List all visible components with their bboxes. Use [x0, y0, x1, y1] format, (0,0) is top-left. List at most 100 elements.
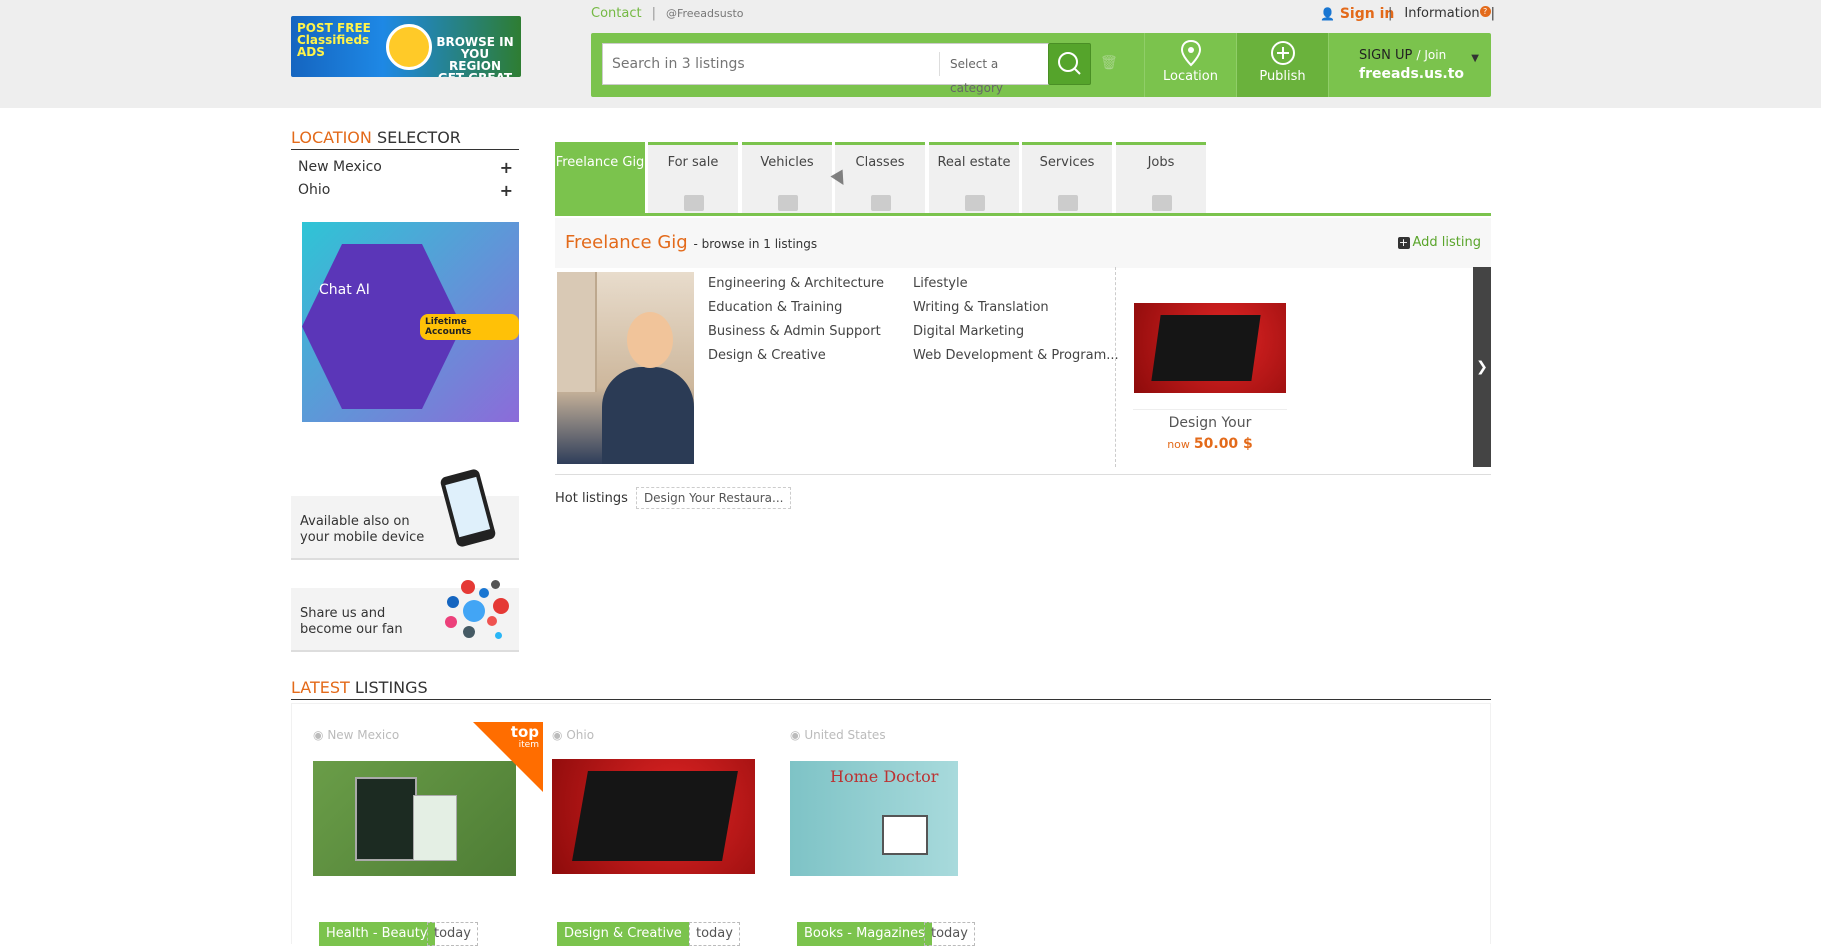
category-link[interactable]: Engineering & Architecture [708, 272, 884, 296]
chevron-right-icon[interactable]: ❯ [1473, 267, 1491, 467]
publish-button[interactable]: Publish [1236, 33, 1328, 97]
information-menu[interactable]: | Information? | [1388, 6, 1495, 21]
youtube-icon [493, 598, 509, 614]
join-label: / Join [1416, 48, 1447, 62]
instagram-icon [445, 616, 457, 628]
tab-label: Real estate [937, 155, 1011, 170]
map-marker-icon: ◉ [790, 728, 801, 742]
location-label: Ohio [298, 182, 331, 198]
title-accent: LATEST [291, 678, 350, 697]
map-pin-icon [1180, 39, 1201, 67]
featured-listing-price: now 50.00 $ [1133, 436, 1287, 452]
share-promo[interactable]: Share us and become our fan [291, 580, 519, 652]
search-box: Select a category [602, 43, 1054, 95]
add-listing-button[interactable]: + Add listing [1397, 235, 1482, 250]
rss-icon [463, 626, 475, 638]
location-item-ohio[interactable]: Ohio + [291, 179, 519, 202]
category-link[interactable]: Writing & Translation [913, 296, 1119, 320]
logo-left-text: POST FREE Classifieds ADS [297, 21, 371, 59]
category-link[interactable]: Design & Creative [708, 344, 884, 368]
listing-image[interactable] [313, 761, 516, 876]
plus-square-icon: + [1397, 236, 1410, 249]
signin-link[interactable]: 👤 Sign in [1320, 6, 1394, 22]
plus-icon[interactable]: + [500, 179, 513, 202]
tab-freelance-gig[interactable]: Freelance Gig [555, 142, 645, 213]
price-value: 50.00 $ [1193, 436, 1253, 452]
house-graphic [882, 815, 928, 855]
signup-menu[interactable]: SIGN UP / Join freeads.us.to ▼ [1328, 33, 1491, 97]
map-marker-icon: ◉ [313, 728, 324, 742]
location-item-new-mexico[interactable]: New Mexico + [291, 156, 519, 179]
tab-services[interactable]: Services [1022, 142, 1112, 213]
category-link[interactable]: Digital Marketing [913, 320, 1119, 344]
site-name: freeads.us.to [1359, 66, 1465, 82]
category-link[interactable]: Business & Admin Support [708, 320, 884, 344]
lifetime-badge: Lifetime Accounts [420, 314, 519, 340]
divider: | [651, 6, 656, 21]
food-menu-graphic [1134, 303, 1286, 393]
section-title-text[interactable]: Freelance Gig [565, 232, 688, 253]
listing-date: today [427, 922, 478, 946]
hot-listing-link[interactable]: Design Your Restaura... [635, 487, 792, 509]
location-selector-title: LOCATION SELECTOR [291, 128, 519, 150]
featured-listing-image[interactable] [1133, 284, 1287, 410]
book-icon [871, 195, 891, 211]
location-label: Location [1163, 69, 1218, 84]
listing-category-badge[interactable]: Books - Magazines [797, 922, 932, 946]
tab-label: Vehicles [760, 155, 814, 170]
tab-label: For sale [667, 155, 719, 170]
chat-ai-text: Chat AI [319, 282, 370, 298]
shelf-graphic [557, 272, 597, 392]
featured-listing-title[interactable]: Design Your [1133, 415, 1287, 431]
publish-label: Publish [1259, 69, 1306, 84]
add-listing-label: Add listing [1412, 235, 1482, 250]
contact-link[interactable]: Contact [591, 6, 642, 21]
site-logo[interactable]: POST FREE Classifieds ADS BROWSE IN YOU … [291, 16, 521, 77]
chat-ai-banner[interactable]: Chat AI Lifetime Accounts [302, 222, 519, 422]
location-text: New Mexico [327, 728, 400, 742]
latest-listings-title: LATEST LISTINGS [291, 678, 1491, 700]
tab-jobs[interactable]: Jobs [1116, 142, 1206, 213]
linkedin-icon [479, 588, 489, 598]
category-link[interactable]: Lifestyle [913, 272, 1119, 296]
book-cover-graphic [355, 777, 417, 861]
person-head-graphic [627, 312, 673, 368]
category-link[interactable]: Web Development & Program... [913, 344, 1119, 368]
location-text: Ohio [566, 728, 595, 742]
listing-image[interactable]: Home Doctor [790, 761, 958, 876]
category-select[interactable]: Select a category [939, 52, 1053, 95]
trash-icon[interactable]: 🗑 [1100, 55, 1118, 71]
listing-category-badge[interactable]: Design & Creative [557, 922, 689, 946]
book-cover-graphic [413, 795, 457, 861]
hot-listings: Hot listings Design Your Restaura... [555, 487, 792, 509]
social-handle[interactable]: @Freeadsusto [666, 7, 744, 20]
plus-icon[interactable]: + [500, 156, 513, 179]
briefcase-icon [1152, 195, 1172, 211]
tab-classes[interactable]: Classes [835, 142, 925, 213]
category-link[interactable]: Education & Training [708, 296, 884, 320]
mobile-promo[interactable]: Available also on your mobile device [291, 468, 519, 560]
mobile-promo-text: Available also on your mobile device [300, 514, 425, 545]
featured-carousel: Design Your now 50.00 $ ❯ [1115, 267, 1491, 467]
location-button[interactable]: Location [1144, 33, 1236, 97]
listing-category-badge[interactable]: Health - Beauty [319, 922, 435, 946]
search-button[interactable] [1048, 43, 1091, 85]
category-list-left: Engineering & Architecture Education & T… [708, 272, 884, 368]
social-icons-icon [441, 580, 511, 648]
divider: | [1490, 6, 1496, 21]
person-body-graphic [602, 367, 694, 464]
divider [555, 474, 1491, 475]
user-icon: 👤 [1320, 7, 1335, 21]
tab-real-estate[interactable]: Real estate [929, 142, 1019, 213]
location-selector: LOCATION SELECTOR New Mexico + Ohio + [291, 128, 519, 202]
tab-for-sale[interactable]: For sale [648, 142, 738, 213]
information-label: Information [1404, 6, 1480, 21]
location-label: New Mexico [298, 159, 382, 175]
search-input[interactable] [603, 44, 929, 84]
listing-image[interactable] [552, 759, 755, 874]
facebook-icon [447, 596, 459, 608]
book-title-text: Home Doctor [830, 767, 939, 786]
tab-label: Jobs [1147, 155, 1175, 170]
search-icon [1058, 52, 1081, 75]
tab-vehicles[interactable]: Vehicles [742, 142, 832, 213]
